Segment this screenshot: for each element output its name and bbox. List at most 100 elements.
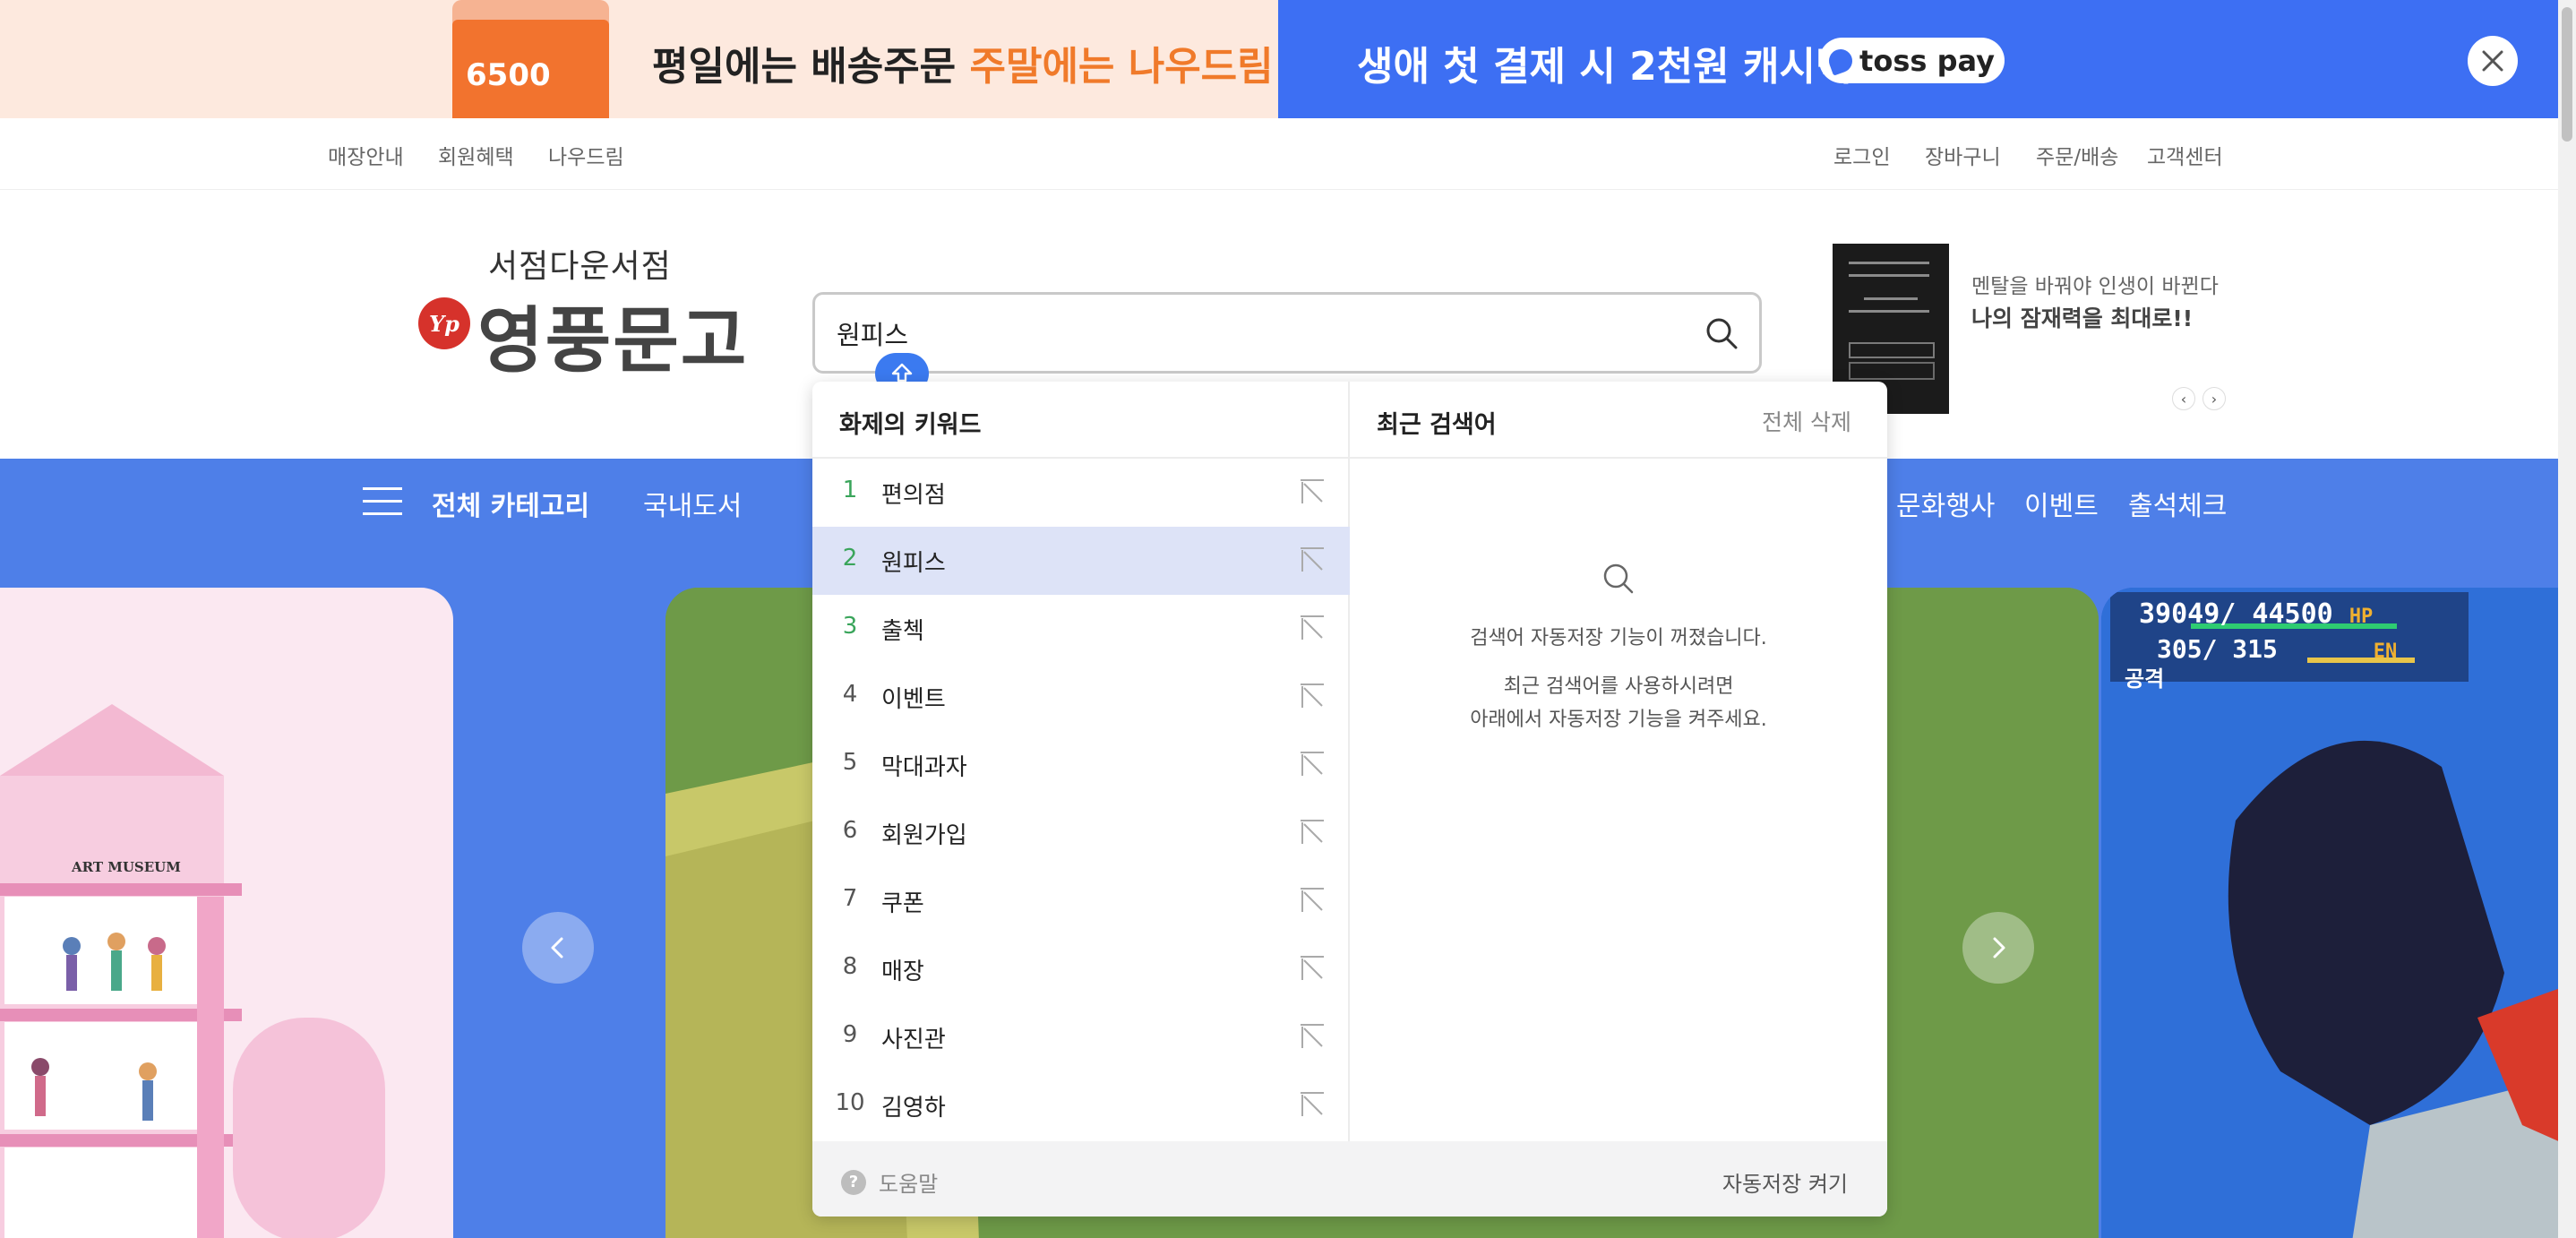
keyword-rank: 8 bbox=[842, 953, 858, 980]
carousel-next-button[interactable] bbox=[1962, 912, 2034, 984]
tosspay-label: toss pay bbox=[1859, 43, 1995, 78]
trending-keyword-item[interactable]: 7 쿠폰 bbox=[812, 867, 1350, 935]
ad-title: 나의 잠재력을 최대로!! bbox=[1971, 305, 2194, 331]
help-button[interactable]: ? 도움말 bbox=[841, 1166, 938, 1198]
util-customer-center[interactable]: 고객센터 bbox=[2147, 140, 2223, 170]
recent-header: 최근 검색어 전체 삭제 bbox=[1350, 382, 1887, 459]
promo-now-dream[interactable]: 6500 평일에는 배송주문 주말에는 나우드림 bbox=[0, 0, 1278, 118]
ad-next-button[interactable]: › bbox=[2202, 387, 2226, 410]
category-domestic-books[interactable]: 국내도서 bbox=[643, 484, 742, 523]
trending-keywords-panel: 화제의 키워드 1 편의점 2 원피스 3 출첵 4 이벤트 5 막대과자 6 회원가입 7 쿠폰 8 매장 9… bbox=[812, 382, 1350, 1141]
util-cart[interactable]: 장바구니 bbox=[1925, 140, 2001, 170]
util-store-info[interactable]: 매장안내 bbox=[328, 140, 404, 170]
promo-headline: 평일에는 배송주문 주말에는 나우드림 bbox=[652, 34, 1274, 91]
keyword-rank: 7 bbox=[842, 885, 858, 912]
hamburger-icon[interactable] bbox=[363, 486, 402, 518]
trending-keyword-item[interactable]: 9 사진관 bbox=[812, 1003, 1350, 1071]
page-scrollbar[interactable] bbox=[2558, 0, 2576, 1238]
recent-title: 최근 검색어 bbox=[1377, 411, 1497, 439]
dropdown-footer: ? 도움말 자동저장 켜기 bbox=[812, 1141, 1887, 1217]
fill-search-arrow-icon[interactable] bbox=[1299, 955, 1326, 982]
fill-search-arrow-icon[interactable] bbox=[1299, 819, 1326, 846]
trending-title: 화제의 키워드 bbox=[839, 411, 982, 439]
category-events[interactable]: 이벤트 bbox=[2024, 484, 2099, 523]
logo-badge: Yp bbox=[418, 297, 470, 349]
trending-keyword-item[interactable]: 1 편의점 bbox=[812, 459, 1350, 527]
top-promo-banner[interactable]: 6500 평일에는 배송주문 주말에는 나우드림 생애 첫 결제 시 2천원 캐… bbox=[0, 0, 2576, 118]
promo-headline-prefix: 평일에는 배송주문 bbox=[652, 44, 970, 90]
trending-keyword-item[interactable]: 6 회원가입 bbox=[812, 799, 1350, 867]
tosspay-icon bbox=[1825, 45, 1856, 76]
util-orders[interactable]: 주문/배송 bbox=[2036, 140, 2118, 170]
header-ad[interactable]: 멘탈을 바꿔야 인생이 바뀐다 나의 잠재력을 최대로!! ‹ › bbox=[1833, 244, 2406, 414]
site-logo[interactable]: 서점다운서점 Yp 영풍문고 bbox=[418, 240, 746, 383]
hud-attack: 공격 bbox=[2125, 666, 2165, 692]
carousel-slide-robot[interactable]: 39049/ 44500 HP 305/ 315 EN 공격 bbox=[2101, 588, 2576, 1238]
logo-wordmark: 영풍문고 bbox=[477, 299, 749, 383]
trending-keyword-item[interactable]: 2 원피스 bbox=[812, 527, 1350, 595]
keyword-text: 이벤트 bbox=[881, 686, 946, 713]
carousel-prev-button[interactable] bbox=[522, 912, 594, 984]
keyword-rank: 9 bbox=[842, 1021, 858, 1048]
autosave-on-button[interactable]: 자동저장 켜기 bbox=[1722, 1166, 1848, 1198]
hud-en: 305/ 315 EN bbox=[2157, 634, 2397, 664]
autosave-instruction: 최근 검색어를 사용하시려면 아래에서 자동저장 기능을 켜주세요. bbox=[1470, 675, 1767, 731]
fill-search-arrow-icon[interactable] bbox=[1299, 751, 1326, 778]
keyword-rank: 1 bbox=[842, 477, 858, 503]
fill-search-arrow-icon[interactable] bbox=[1299, 615, 1326, 641]
keyword-text: 김영하 bbox=[881, 1095, 946, 1122]
category-culture-events[interactable]: 문화행사 bbox=[1896, 484, 1995, 523]
fill-search-arrow-icon[interactable] bbox=[1299, 1023, 1326, 1050]
close-icon bbox=[2482, 50, 2503, 72]
all-categories-button[interactable]: 전체 카테고리 bbox=[432, 484, 589, 523]
logo-tagline: 서점다운서점 bbox=[488, 248, 672, 285]
search-box bbox=[812, 292, 1762, 374]
fill-search-arrow-icon[interactable] bbox=[1299, 887, 1326, 914]
hud-en-label: EN bbox=[2373, 640, 2398, 663]
keyword-text: 출첵 bbox=[881, 618, 924, 645]
recent-searches-panel: 최근 검색어 전체 삭제 검색어 자동저장 기능이 꺼졌습니다. 최근 검색어를… bbox=[1350, 382, 1887, 1141]
keyword-rank: 3 bbox=[842, 613, 858, 640]
keyword-rank: 10 bbox=[835, 1089, 865, 1116]
tosspay-badge: toss pay bbox=[1819, 38, 2005, 83]
search-input[interactable] bbox=[837, 313, 1643, 354]
keyword-text: 매장 bbox=[881, 959, 924, 985]
trending-keyword-item[interactable]: 4 이벤트 bbox=[812, 663, 1350, 731]
banner-close-button[interactable] bbox=[2468, 36, 2518, 86]
museum-illustration bbox=[0, 704, 385, 1238]
trending-keyword-item[interactable]: 8 매장 bbox=[812, 935, 1350, 1003]
fill-search-arrow-icon[interactable] bbox=[1299, 478, 1326, 505]
category-attendance[interactable]: 출석체크 bbox=[2128, 484, 2227, 523]
trending-keyword-item[interactable]: 3 출첵 bbox=[812, 595, 1350, 663]
util-member-benefits[interactable]: 회원혜택 bbox=[438, 140, 514, 170]
fill-search-arrow-icon[interactable] bbox=[1299, 546, 1326, 573]
util-now-dream[interactable]: 나우드림 bbox=[548, 140, 624, 170]
page: { "banner": { "envelope_price": "6500", … bbox=[0, 0, 2576, 1238]
scrollbar-thumb[interactable] bbox=[2562, 7, 2572, 142]
trending-keyword-list: 1 편의점 2 원피스 3 출첵 4 이벤트 5 막대과자 6 회원가입 7 쿠폰 8 매장 9 사진관 10 김영하 bbox=[812, 459, 1350, 1139]
search-button[interactable] bbox=[1697, 309, 1746, 357]
delete-all-button[interactable]: 전체 삭제 bbox=[1762, 405, 1851, 437]
museum-sign: ART MUSEUM bbox=[72, 859, 181, 875]
trending-header: 화제의 키워드 bbox=[812, 382, 1348, 459]
chevron-right-icon bbox=[1993, 937, 2005, 959]
keyword-text: 쿠폰 bbox=[881, 890, 924, 917]
carousel-slide-museum[interactable]: ART MUSEUM bbox=[0, 588, 453, 1238]
help-icon: ? bbox=[841, 1169, 866, 1195]
fill-search-arrow-icon[interactable] bbox=[1299, 1091, 1326, 1118]
trending-keyword-item[interactable]: 10 김영하 bbox=[812, 1071, 1350, 1139]
search-icon bbox=[1706, 318, 1738, 349]
promo-tosspay[interactable]: 생애 첫 결제 시 2천원 캐시백! toss pay bbox=[1278, 0, 2576, 118]
chevron-left-icon bbox=[551, 937, 563, 959]
keyword-text: 회원가입 bbox=[881, 822, 967, 849]
keyword-text: 막대과자 bbox=[881, 754, 967, 781]
cashback-text: 생애 첫 결제 시 2천원 캐시백! bbox=[1357, 44, 1870, 90]
autosave-off-message: 검색어 자동저장 기능이 꺼졌습니다. bbox=[1470, 627, 1767, 649]
promo-headline-highlight: 주말에는 나우드림 bbox=[969, 44, 1274, 90]
search-dropdown: 화제의 키워드 1 편의점 2 원피스 3 출첵 4 이벤트 5 막대과자 6 회원가입 7 쿠폰 8 매장 9… bbox=[812, 382, 1887, 1217]
fill-search-arrow-icon[interactable] bbox=[1299, 683, 1326, 709]
util-login[interactable]: 로그인 bbox=[1833, 140, 1890, 170]
trending-keyword-item[interactable]: 5 막대과자 bbox=[812, 731, 1350, 799]
keyword-rank: 5 bbox=[842, 749, 858, 776]
ad-prev-button[interactable]: ‹ bbox=[2172, 387, 2195, 410]
